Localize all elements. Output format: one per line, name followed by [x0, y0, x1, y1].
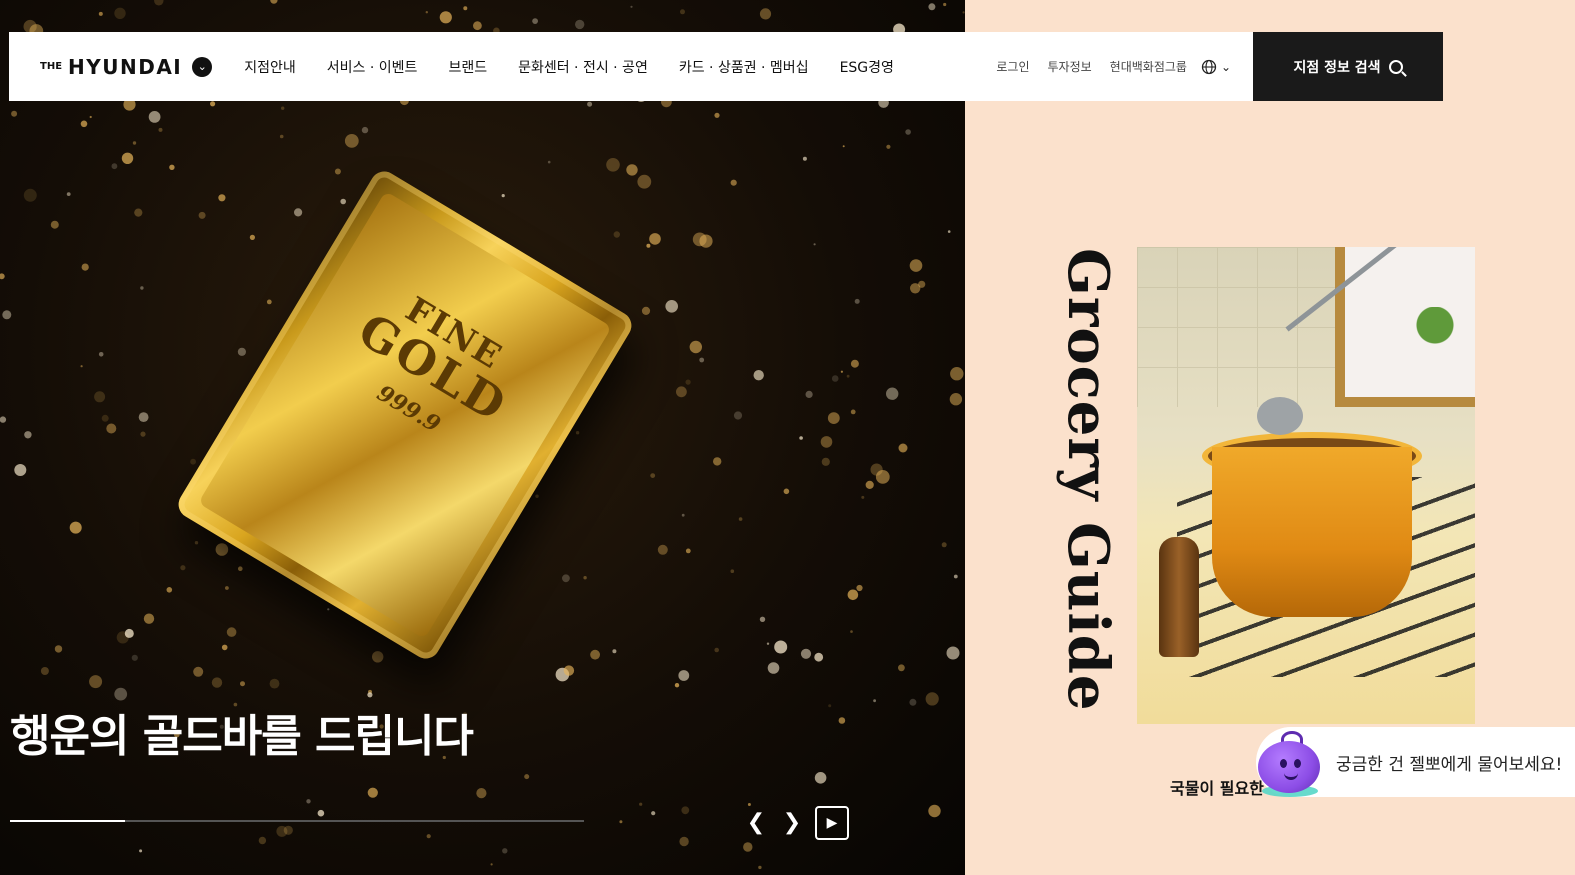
- slide-progress-fill: [10, 820, 125, 822]
- search-icon: [1388, 59, 1403, 74]
- logo-name: HYUNDAI: [68, 54, 183, 79]
- chatbot-text: 궁금한 건 젤뽀에게 물어보세요!: [1336, 754, 1563, 775]
- prev-slide-button[interactable]: ❮: [740, 806, 772, 838]
- chevron-down-icon[interactable]: ⌄: [192, 56, 213, 77]
- logo-prefix: THE: [40, 61, 63, 72]
- nav-item-brands[interactable]: 브랜드: [448, 57, 487, 77]
- investor-link[interactable]: 투자정보: [1047, 58, 1091, 75]
- chevron-down-icon: ⌄: [1220, 59, 1231, 74]
- next-slide-button[interactable]: ❯: [776, 806, 808, 838]
- grocery-caption[interactable]: 국물이 필요한: [1170, 775, 1264, 799]
- site-header: THE HYUNDAI ⌄ 지점안내 서비스 · 이벤트 브랜드 문화센터 · …: [9, 32, 1253, 101]
- chevron-left-icon: ❮: [746, 809, 766, 835]
- store-search-label: 지점 정보 검색: [1293, 59, 1381, 76]
- nav-item-esg[interactable]: ESG경영: [840, 57, 894, 77]
- globe-icon: [1201, 59, 1217, 74]
- nav-item-stores[interactable]: 지점안내: [244, 57, 296, 77]
- hero-banner[interactable]: FINE GOLD 999.9 행운의 골드바를 드립니다 ❮ ❯ ▶: [0, 0, 965, 875]
- grocery-guide-title[interactable]: Grocery Guide: [1055, 248, 1121, 712]
- soup-pot-illustration[interactable]: [1137, 247, 1475, 724]
- nav-item-services-events[interactable]: 서비스 · 이벤트: [327, 57, 418, 77]
- chevron-right-icon: ❯: [782, 809, 802, 835]
- store-search-button[interactable]: 지점 정보 검색: [1253, 32, 1443, 101]
- utility-links: 로그인 투자정보 현대백화점그룹 ⌄: [978, 58, 1231, 75]
- play-icon: ▶: [826, 815, 838, 831]
- chatbot-banner[interactable]: 궁금한 건 젤뽀에게 물어보세요!: [1256, 727, 1575, 797]
- group-link[interactable]: 현대백화점그룹: [1110, 58, 1187, 75]
- mascot-icon: [1254, 729, 1324, 797]
- logo[interactable]: THE HYUNDAI ⌄: [40, 54, 213, 79]
- nav-item-card-membership[interactable]: 카드 · 상품권 · 멤버십: [679, 57, 809, 77]
- play-button[interactable]: ▶: [815, 806, 849, 840]
- language-selector[interactable]: ⌄: [1201, 59, 1231, 75]
- main-nav: 지점안내 서비스 · 이벤트 브랜드 문화센터 · 전시 · 공연 카드 · 상…: [244, 57, 925, 77]
- nav-item-culture[interactable]: 문화센터 · 전시 · 공연: [518, 57, 648, 77]
- hero-title[interactable]: 행운의 골드바를 드립니다: [10, 700, 474, 764]
- login-link[interactable]: 로그인: [996, 58, 1029, 75]
- slide-progress-bar: [10, 820, 584, 822]
